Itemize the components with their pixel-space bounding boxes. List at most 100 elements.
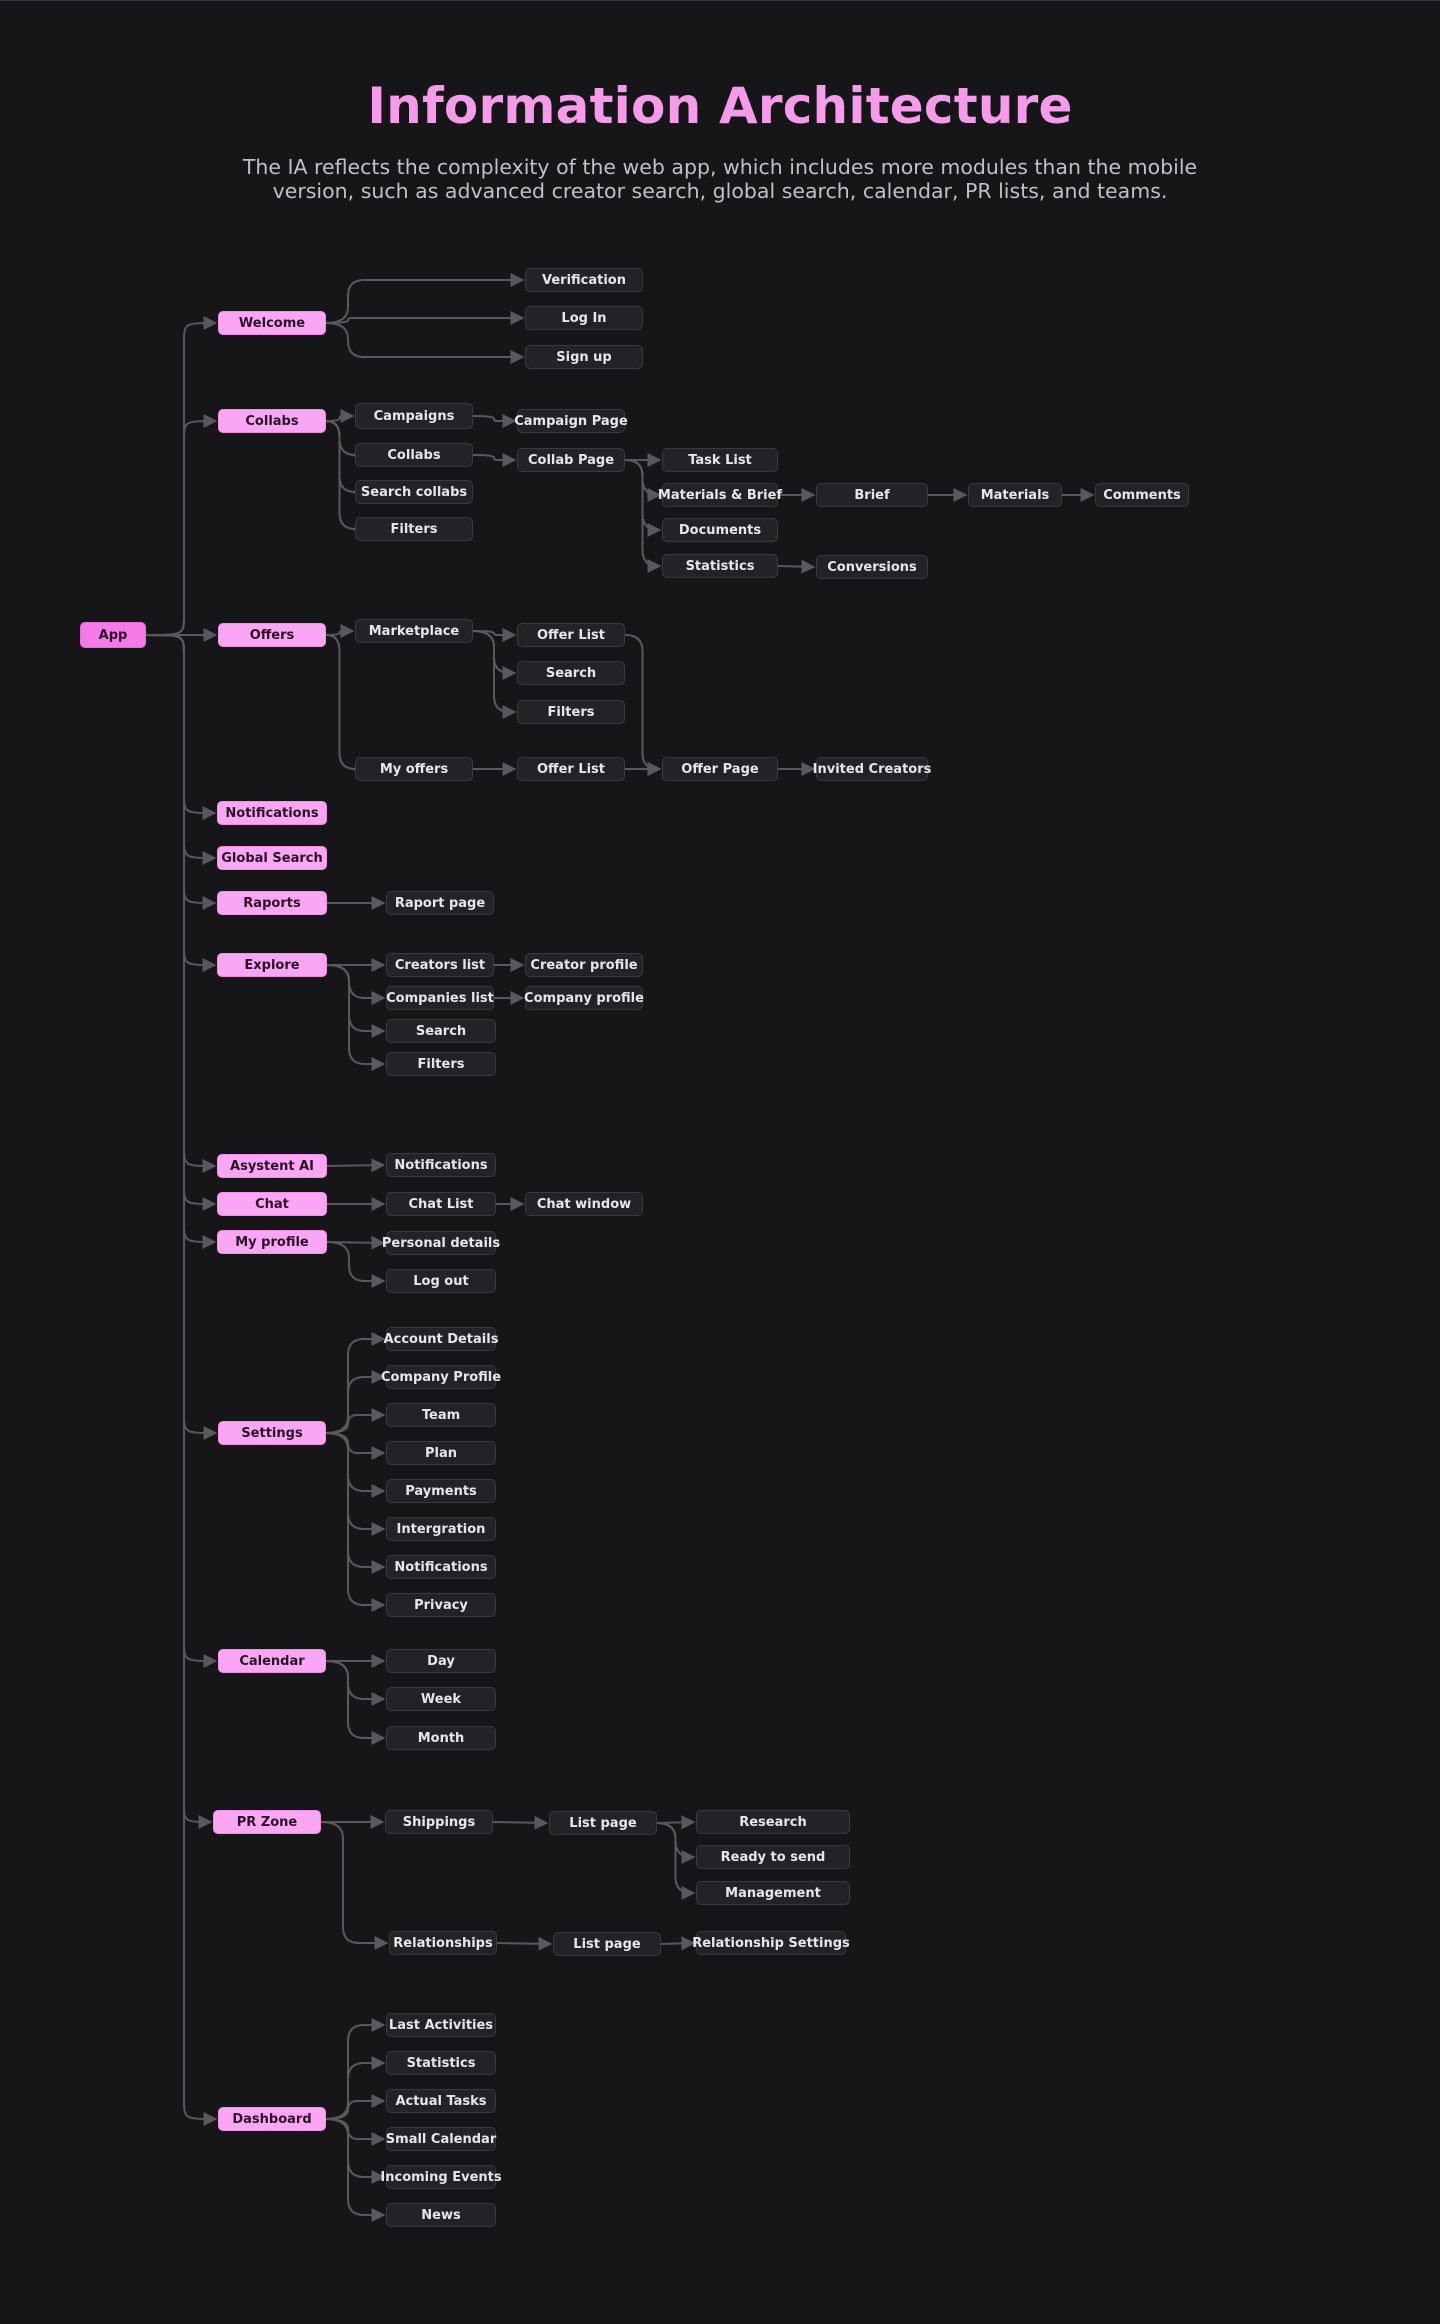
node-personal-details[interactable]: Personal details [382,1231,500,1255]
connector-dashboard-to-statistics_dash [325,2056,386,2120]
connector-relationships-to-list_page_2 [496,1936,553,1951]
node-privacy[interactable]: Privacy [386,1593,496,1617]
node-explore[interactable]: Explore [217,953,327,977]
node-incoming-events[interactable]: Incoming Events [380,2165,502,2189]
connector-collab_page-to-statistics_collab [624,459,662,573]
node-invited-creators[interactable]: Invited Creators [813,757,931,781]
node-creator-profile[interactable]: Creator profile [525,953,643,977]
node-account-details[interactable]: Account Details [384,1327,498,1351]
node-search-offers[interactable]: Search [517,661,625,685]
node-materials-brief[interactable]: Materials & Brief [658,483,782,507]
connector-settings-to-team [325,1408,386,1434]
connector-settings-to-privacy [325,1432,386,1612]
connector-app-to-my_profile [145,634,217,1249]
node-chat-list[interactable]: Chat List [386,1192,496,1216]
node-management[interactable]: Management [696,1881,850,1905]
node-raport-page[interactable]: Raport page [386,891,494,915]
node-pr-zone[interactable]: PR Zone [213,1810,321,1834]
node-chat-window[interactable]: Chat window [525,1192,643,1216]
node-campaigns[interactable]: Campaigns [355,403,473,429]
connector-app-to-asystent_ai [145,634,217,1173]
node-welcome[interactable]: Welcome [218,311,326,335]
connector-shippings-to-list_page_1 [492,1815,549,1830]
node-notifications[interactable]: Notifications [217,801,327,825]
connector-settings-to-company_profile_settings [325,1370,386,1434]
node-team[interactable]: Team [386,1403,496,1427]
node-materials[interactable]: Materials [968,483,1062,507]
node-list-page-shippings[interactable]: List page [549,1811,657,1835]
node-settings[interactable]: Settings [218,1421,326,1445]
node-offer-list-my-offers[interactable]: Offer List [517,757,625,781]
node-collabs-sub[interactable]: Collabs [355,443,473,467]
node-offer-page[interactable]: Offer Page [662,757,778,781]
node-news[interactable]: News [386,2203,496,2227]
node-company-profile[interactable]: Company profile [524,986,644,1010]
node-task-list[interactable]: Task List [662,448,778,472]
node-intergration[interactable]: Intergration [386,1517,496,1541]
node-filters-offers[interactable]: Filters [517,700,625,724]
connector-list_page_1-to-management [656,1822,696,1900]
node-collab-page[interactable]: Collab Page [517,448,625,472]
node-ready-to-send[interactable]: Ready to send [696,1845,850,1869]
node-comments[interactable]: Comments [1095,483,1189,507]
node-my-offers[interactable]: My offers [355,757,473,781]
node-my-profile[interactable]: My profile [217,1230,327,1254]
node-actual-tasks[interactable]: Actual Tasks [386,2089,496,2113]
node-companies-list[interactable]: Companies list [386,986,494,1010]
node-offers[interactable]: Offers [218,623,326,647]
node-research[interactable]: Research [696,1810,850,1834]
connector-collabs-to-filters_collabs [325,420,366,536]
node-marketplace[interactable]: Marketplace [355,619,473,643]
connector-app-to-raports [145,634,217,910]
node-shippings[interactable]: Shippings [385,1810,493,1834]
node-plan[interactable]: Plan [386,1441,496,1465]
node-statistics-dashboard[interactable]: Statistics [386,2051,496,2075]
connector-app-to-explore [145,634,217,972]
node-documents[interactable]: Documents [662,518,778,542]
connector-list_page_2-to-relationship_settings [660,1936,696,1951]
node-relationships[interactable]: Relationships [389,1931,497,1955]
connector-collabs-to-search_collabs [325,420,366,499]
node-day[interactable]: Day [386,1649,496,1673]
node-payments[interactable]: Payments [386,1479,496,1503]
connector-dashboard-to-small_calendar [325,2118,386,2146]
node-sign-up[interactable]: Sign up [525,345,643,369]
node-asystent-ai[interactable]: Asystent AI [217,1154,327,1178]
node-filters-explore[interactable]: Filters [386,1052,496,1076]
node-company-profile-settings[interactable]: Company Profile [381,1365,501,1389]
connector-explore-to-companies_list [326,964,386,1005]
node-campaign-page[interactable]: Campaign Page [514,409,628,433]
node-filters-collabs[interactable]: Filters [355,517,473,541]
connector-marketplace-to-filters_offers [472,630,517,719]
node-month[interactable]: Month [386,1726,496,1750]
node-relationship-settings[interactable]: Relationship Settings [692,1931,850,1955]
node-calendar[interactable]: Calendar [218,1649,326,1673]
node-creators-list[interactable]: Creators list [386,953,494,977]
node-search-collabs[interactable]: Search collabs [355,480,473,504]
node-notifications-ai[interactable]: Notifications [386,1153,496,1177]
node-week[interactable]: Week [386,1687,496,1711]
node-verification[interactable]: Verification [525,268,643,292]
connector-app-to-global_search [145,634,217,865]
node-notifications-settings[interactable]: Notifications [386,1555,496,1579]
node-conversions[interactable]: Conversions [816,555,928,579]
node-dashboard[interactable]: Dashboard [218,2107,326,2131]
node-small-calendar[interactable]: Small Calendar [386,2127,496,2151]
node-global-search[interactable]: Global Search [217,846,327,870]
node-log-in[interactable]: Log In [525,306,643,330]
connector-statistics_collab-to-conversions [777,559,816,574]
node-last-activities[interactable]: Last Activities [386,2013,496,2037]
connector-collabs-to-campaigns [325,409,355,423]
connector-offers-to-my_offers [325,634,366,776]
node-log-out[interactable]: Log out [386,1269,496,1293]
node-list-page-relationships[interactable]: List page [553,1932,661,1956]
node-app[interactable]: App [80,622,146,648]
node-chat[interactable]: Chat [217,1192,327,1216]
node-brief[interactable]: Brief [816,483,928,507]
node-offer-list-marketplace[interactable]: Offer List [517,623,625,647]
node-statistics-collab[interactable]: Statistics [662,554,778,578]
node-collabs[interactable]: Collabs [218,409,326,433]
node-search-explore[interactable]: Search [386,1019,496,1043]
node-raports[interactable]: Raports [217,891,327,915]
connector-app-to-chat [145,634,217,1211]
